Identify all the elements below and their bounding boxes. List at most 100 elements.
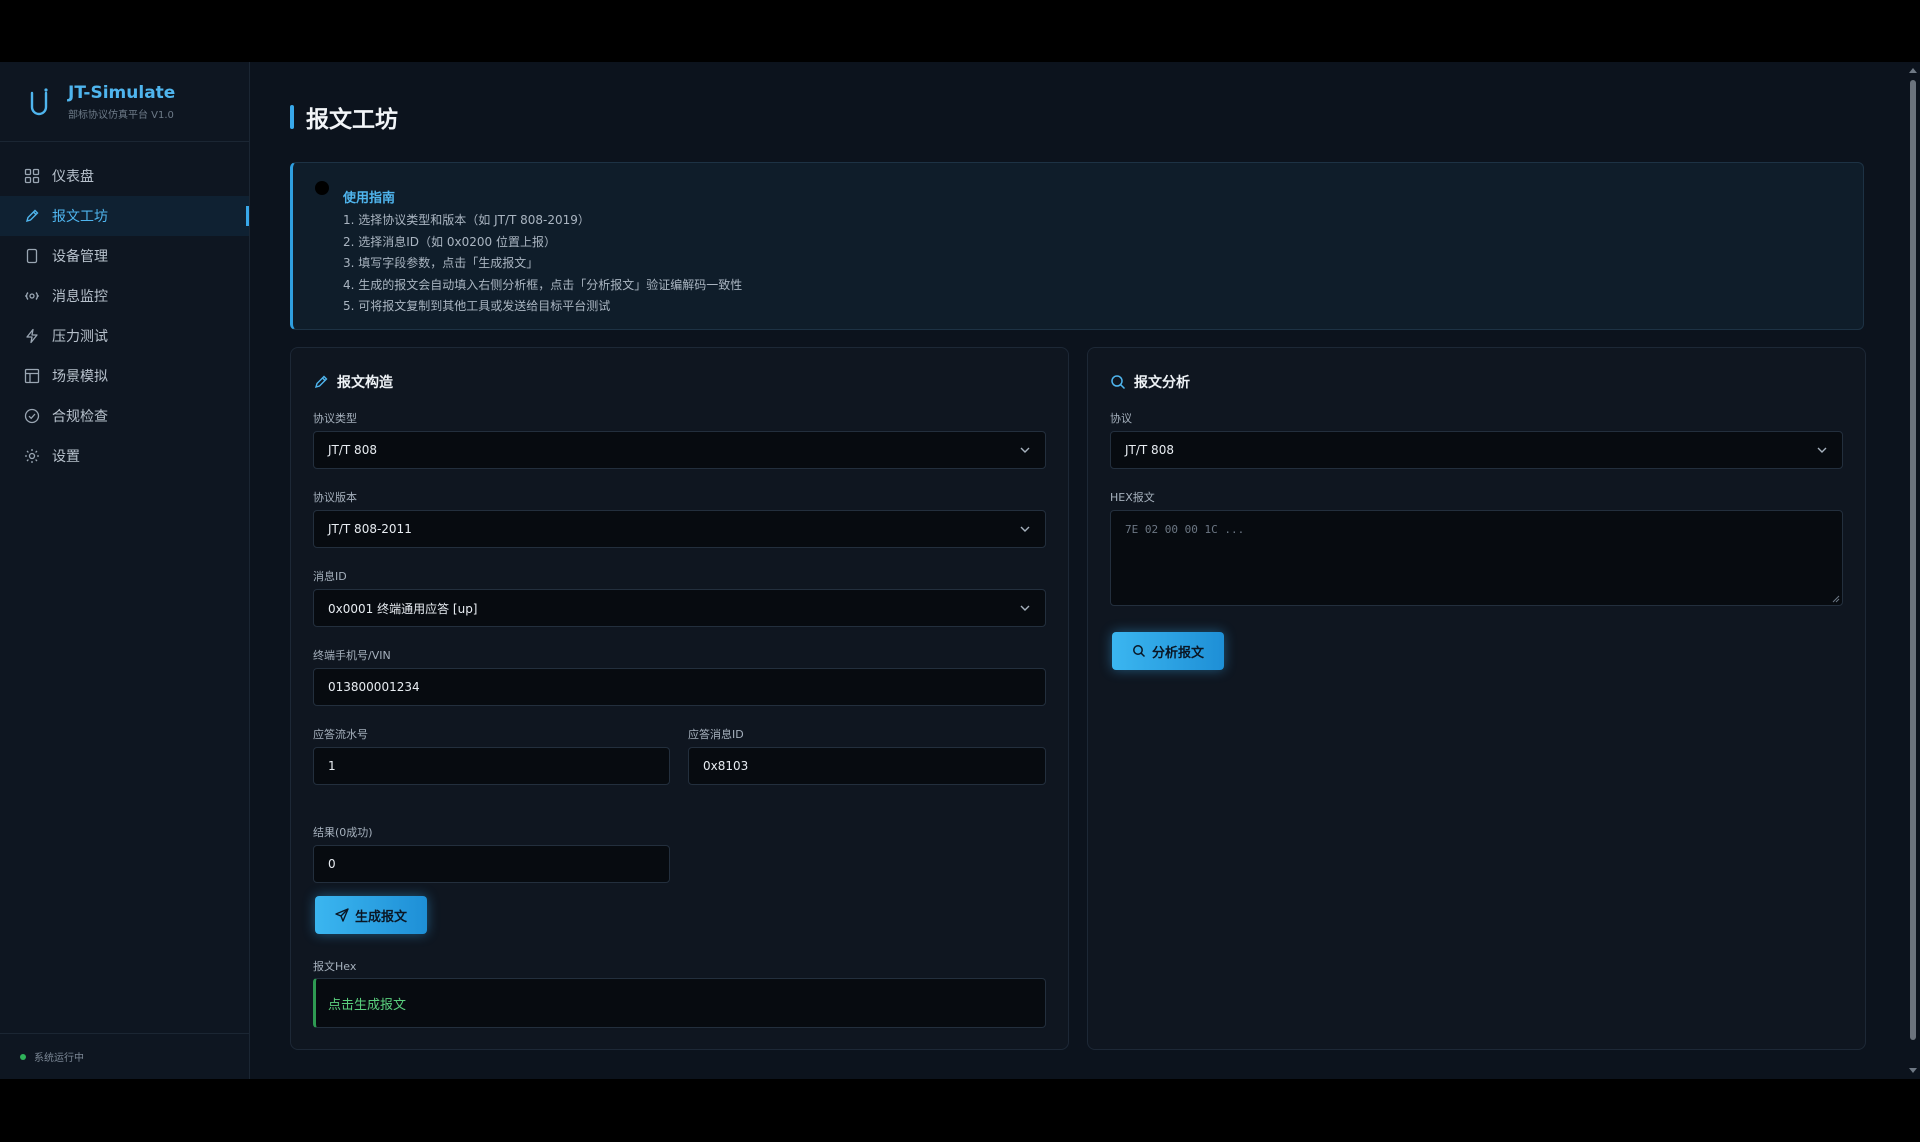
- pencil-icon: [24, 208, 40, 224]
- protocol-version-select[interactable]: JT/T 808-2011: [313, 510, 1046, 548]
- monitor-icon: [24, 288, 40, 304]
- guide-step: 3. 填写字段参数，点击「生成报文」: [343, 256, 539, 270]
- usage-guide: 使用指南 1. 选择协议类型和版本（如 JT/T 808-2019） 2. 选择…: [290, 162, 1864, 330]
- sidebar-nav: 仪表盘 报文工坊 设备管理 消息监控 压力测试 场景模拟 合规检查 设置: [0, 142, 249, 476]
- reply-serial-input[interactable]: 1: [313, 747, 670, 785]
- analyzer-title: 报文分析: [1134, 375, 1190, 391]
- analyze-button-label: 分析报文: [1151, 645, 1204, 661]
- brand: JT-Simulate 部标协议仿真平台 V1.0: [0, 62, 249, 142]
- sidebar-item-label: 设置: [52, 449, 80, 465]
- guide-step: 5. 可将报文复制到其他工具或发送给目标平台测试: [343, 299, 611, 313]
- send-icon: [335, 908, 349, 922]
- brand-subtitle: 部标协议仿真平台 V1.0: [68, 109, 174, 121]
- system-status: 系统运行中: [0, 1033, 249, 1079]
- generate-button-label: 生成报文: [354, 909, 407, 925]
- gear-icon: [24, 448, 40, 464]
- builder-header: 报文构造: [313, 372, 393, 392]
- terminal-value: 013800001234: [328, 680, 420, 694]
- analyzer-header: 报文分析: [1110, 372, 1190, 392]
- sidebar-item-label: 消息监控: [52, 289, 108, 305]
- guide-step: 4. 生成的报文会自动填入右侧分析框，点击「分析报文」验证编解码一致性: [343, 277, 743, 292]
- guide-steps: 1. 选择协议类型和版本（如 JT/T 808-2019） 2. 选择消息ID（…: [315, 210, 1863, 318]
- dashboard-icon: [24, 168, 40, 184]
- reply-msgid-value: 0x8103: [703, 759, 749, 773]
- main-scrollbar[interactable]: [1906, 62, 1920, 1079]
- guide-title: 使用指南: [343, 191, 396, 206]
- device-icon: [24, 248, 40, 264]
- analyzer-protocol-value: JT/T 808: [1125, 443, 1174, 457]
- sidebar-item-label: 仪表盘: [52, 169, 94, 185]
- bolt-icon: [24, 328, 40, 344]
- result-label: 结果(0成功): [313, 826, 373, 839]
- scroll-down-icon[interactable]: [1909, 1068, 1917, 1073]
- message-builder-panel: 报文构造 协议类型 JT/T 808 协议版本 JT/T 808-2011 消息…: [290, 347, 1069, 1050]
- reply-msgid-label: 应答消息ID: [688, 728, 744, 741]
- brand-title: JT-Simulate: [68, 82, 176, 103]
- sidebar-item-label: 场景模拟: [52, 369, 108, 385]
- protocol-version-label: 协议版本: [313, 491, 357, 504]
- builder-title: 报文构造: [337, 375, 393, 391]
- page-title: 报文工坊: [290, 100, 398, 134]
- generate-message-button[interactable]: 生成报文: [315, 896, 427, 934]
- hex-output-placeholder: 点击生成报文: [328, 997, 407, 1013]
- sidebar-item-compliance[interactable]: 合规检查: [0, 396, 249, 436]
- hex-input-label: HEX报文: [1110, 491, 1155, 504]
- message-analyzer-panel: 报文分析 协议 JT/T 808 HEX报文 7E 02 00 00 1C ..…: [1087, 347, 1866, 1050]
- chevron-down-icon: [1020, 605, 1030, 611]
- sidebar-item-settings[interactable]: 设置: [0, 436, 249, 476]
- guide-step: 2. 选择消息ID（如 0x0200 位置上报）: [343, 234, 556, 249]
- search-icon: [1110, 374, 1126, 390]
- logo-icon: [30, 87, 48, 115]
- main-content: 报文工坊 使用指南 1. 选择协议类型和版本（如 JT/T 808-2019） …: [250, 62, 1920, 1079]
- hex-output-label: 报文Hex: [313, 960, 357, 973]
- message-id-value: 0x0001 终端通用应答 [up]: [328, 601, 478, 616]
- sidebar-item-label: 合规检查: [52, 409, 108, 425]
- terminal-label: 终端手机号/VIN: [313, 649, 391, 662]
- protocol-type-value: JT/T 808: [328, 443, 377, 457]
- resize-handle-icon[interactable]: [1832, 595, 1840, 603]
- message-id-label: 消息ID: [313, 570, 347, 583]
- system-status-text: 系统运行中: [34, 1053, 84, 1064]
- scroll-thumb[interactable]: [1910, 80, 1916, 1040]
- reply-serial-label: 应答流水号: [313, 728, 368, 741]
- reply-serial-value: 1: [328, 759, 336, 773]
- protocol-type-select[interactable]: JT/T 808: [313, 431, 1046, 469]
- chevron-down-icon: [1020, 447, 1030, 453]
- guide-step: 1. 选择协议类型和版本（如 JT/T 808-2019）: [343, 213, 590, 227]
- hex-input-textarea[interactable]: 7E 02 00 00 1C ...: [1110, 510, 1843, 606]
- chevron-down-icon: [1817, 447, 1827, 453]
- layout-icon: [24, 368, 40, 384]
- check-circle-icon: [24, 408, 40, 424]
- sidebar-item-device-management[interactable]: 设备管理: [0, 236, 249, 276]
- analyze-message-button[interactable]: 分析报文: [1112, 632, 1224, 670]
- sidebar-item-scenario-sim[interactable]: 场景模拟: [0, 356, 249, 396]
- title-accent-bar: [290, 105, 294, 129]
- reply-msgid-input[interactable]: 0x8103: [688, 747, 1046, 785]
- sidebar-item-message-monitor[interactable]: 消息监控: [0, 276, 249, 316]
- hex-input-placeholder: 7E 02 00 00 1C ...: [1125, 523, 1245, 536]
- terminal-input[interactable]: 013800001234: [313, 668, 1046, 706]
- sidebar-item-dashboard[interactable]: 仪表盘: [0, 156, 249, 196]
- analyzer-protocol-select[interactable]: JT/T 808: [1110, 431, 1843, 469]
- scroll-up-icon[interactable]: [1909, 68, 1917, 73]
- page-title-text: 报文工坊: [306, 107, 398, 133]
- pencil-icon: [313, 374, 329, 390]
- protocol-type-label: 协议类型: [313, 412, 357, 425]
- status-dot-icon: [20, 1053, 26, 1060]
- hex-output-box[interactable]: 点击生成报文: [313, 978, 1046, 1028]
- sidebar-item-stress-test[interactable]: 压力测试: [0, 316, 249, 356]
- sidebar-item-label: 报文工坊: [52, 209, 108, 225]
- sidebar: JT-Simulate 部标协议仿真平台 V1.0 仪表盘 报文工坊 设备管理 …: [0, 62, 250, 1079]
- app-window: JT-Simulate 部标协议仿真平台 V1.0 仪表盘 报文工坊 设备管理 …: [0, 62, 1920, 1079]
- chevron-down-icon: [1020, 526, 1030, 532]
- protocol-version-value: JT/T 808-2011: [328, 522, 412, 536]
- result-value: 0: [328, 857, 336, 871]
- search-icon: [1132, 644, 1146, 658]
- sidebar-item-label: 压力测试: [52, 329, 108, 345]
- analyzer-protocol-label: 协议: [1110, 412, 1132, 425]
- guide-dot-icon: [315, 181, 329, 195]
- sidebar-item-message-workshop[interactable]: 报文工坊: [0, 196, 249, 236]
- sidebar-item-label: 设备管理: [52, 249, 108, 265]
- result-input[interactable]: 0: [313, 845, 670, 883]
- message-id-select[interactable]: 0x0001 终端通用应答 [up]: [313, 589, 1046, 627]
